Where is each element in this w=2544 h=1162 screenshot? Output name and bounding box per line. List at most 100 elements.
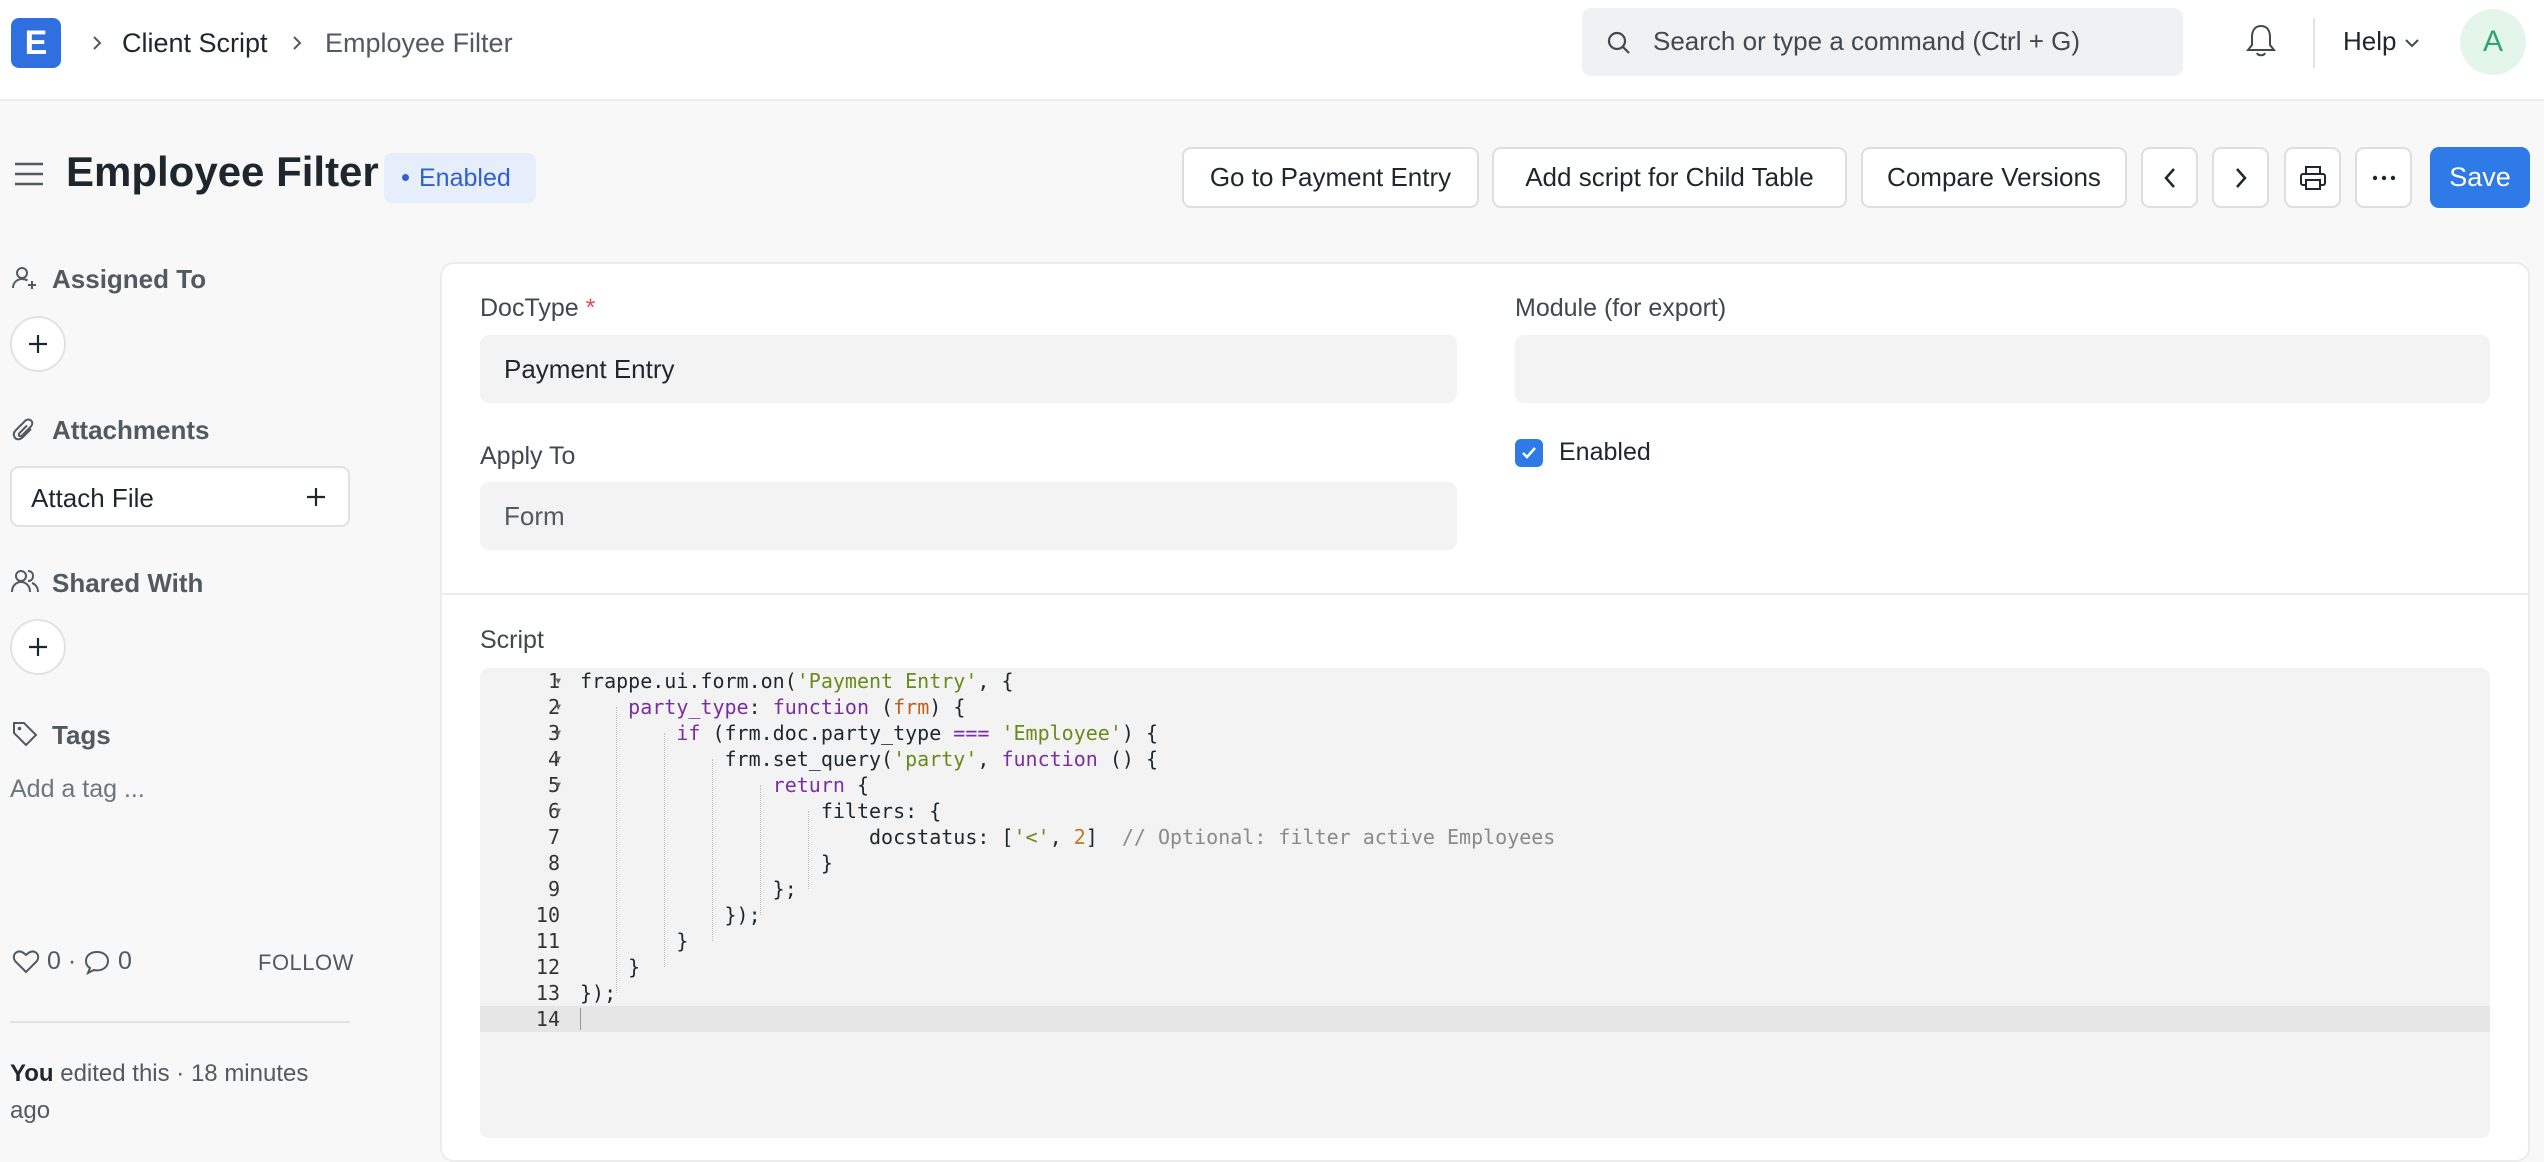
- required-asterisk: *: [585, 294, 596, 322]
- code-text: }: [580, 929, 689, 953]
- attachments-label: Attachments: [52, 415, 210, 445]
- checkmark-icon: [1522, 447, 1536, 459]
- next-doc-button[interactable]: [2212, 147, 2269, 208]
- print-button[interactable]: [2284, 147, 2341, 208]
- save-button[interactable]: Save: [2430, 147, 2530, 208]
- printer-icon: [2299, 165, 2326, 190]
- section-divider: [440, 593, 2530, 595]
- code-line: 9 };: [480, 876, 2490, 902]
- module-label: Module (for export): [1515, 294, 1727, 322]
- navbar: E Client Script Employee Filter Search o…: [0, 0, 2544, 101]
- fold-arrow-icon[interactable]: ▾: [554, 772, 562, 798]
- tags-label: Tags: [52, 720, 111, 750]
- code-line: 7 docstatus: ['<', 2] // Optional: filte…: [480, 824, 2490, 850]
- module-field[interactable]: [1515, 335, 2490, 403]
- compare-versions-button[interactable]: Compare Versions: [1861, 147, 2127, 208]
- comments-count: 0: [118, 947, 132, 975]
- enabled-checkbox[interactable]: [1515, 439, 1543, 467]
- script-code-editor[interactable]: 1 ▾ frappe.ui.form.on('Payment Entry', { 2…: [480, 668, 2490, 1138]
- fold-arrow-icon[interactable]: ▾: [554, 798, 562, 824]
- more-actions-button[interactable]: [2355, 147, 2412, 208]
- fold-arrow-icon[interactable]: ▾: [554, 668, 562, 694]
- attach-file-label: Attach File: [31, 483, 154, 513]
- code-line: 3 ▾ if (frm.doc.party_type === 'Employee'…: [480, 720, 2490, 746]
- line-number: 4: [547, 747, 560, 771]
- navbar-divider: [2313, 18, 2315, 68]
- plus-icon: [307, 488, 325, 506]
- more-dots-icon: [2372, 175, 2395, 180]
- plus-icon: [29, 335, 47, 353]
- likes-count: 0: [46, 947, 61, 975]
- paperclip-icon: [12, 418, 34, 441]
- line-number: 3: [547, 721, 560, 745]
- search-input[interactable]: Search or type a command (Ctrl + G): [1582, 8, 2183, 76]
- status-dot: [402, 174, 409, 182]
- code-text: }: [580, 955, 641, 979]
- assigned-to-label: Assigned To: [52, 264, 207, 294]
- notification-bell-icon[interactable]: [2245, 23, 2277, 59]
- chevron-right-icon: [93, 36, 102, 50]
- doctype-label-text: DocType: [480, 294, 579, 322]
- heart-icon[interactable]: [12, 949, 40, 975]
- code-text: if (frm.doc.party_type === 'Employee') {: [676, 721, 1159, 745]
- fold-arrow-icon[interactable]: ▾: [554, 746, 562, 772]
- line-number: 14: [535, 1007, 560, 1031]
- code-text: return {: [772, 773, 869, 797]
- enabled-label: Enabled: [1559, 438, 1651, 466]
- add-assignee-button[interactable]: [10, 316, 66, 372]
- add-tag-link[interactable]: Add a tag ...: [10, 775, 145, 804]
- line-number: 9: [547, 877, 560, 901]
- line-number: 2: [547, 695, 560, 719]
- breadcrumb-employee-filter[interactable]: Employee Filter: [325, 26, 513, 60]
- code-line-active: 14: [480, 1006, 2490, 1032]
- code-text: filters: {: [580, 799, 942, 823]
- code-line: 6 ▾ filters: {: [480, 798, 2490, 824]
- code-line: 10 });: [480, 902, 2490, 928]
- search-icon: [1607, 31, 1630, 54]
- doctype-label: DocType *: [480, 294, 595, 323]
- user-avatar[interactable]: A: [2460, 9, 2526, 75]
- doctype-field[interactable]: Payment Entry: [480, 335, 1457, 403]
- engagement-stats: 0 · 0: [12, 947, 132, 976]
- line-number: 13: [535, 981, 560, 1005]
- status-label: Enabled: [419, 164, 511, 192]
- stats-separator: ·: [67, 947, 84, 975]
- chevron-left-icon: [2163, 167, 2175, 188]
- sidebar-divider: [10, 1021, 350, 1023]
- follow-button[interactable]: FOLLOW: [258, 950, 354, 976]
- code-text: };: [580, 877, 797, 901]
- app-logo[interactable]: E: [11, 18, 61, 68]
- line-number: 1: [547, 669, 560, 693]
- code-line: 12 }: [480, 954, 2490, 980]
- code-line: 11 }: [480, 928, 2490, 954]
- chevron-right-icon: [2235, 167, 2247, 188]
- chevron-down-icon: [2405, 39, 2420, 48]
- line-number: 12: [535, 955, 560, 979]
- breadcrumb-client-script[interactable]: Client Script: [122, 26, 268, 60]
- status-badge: Enabled: [384, 153, 536, 203]
- shared-users-icon: [11, 570, 39, 593]
- previous-doc-button[interactable]: [2141, 147, 2198, 208]
- comment-icon[interactable]: [83, 949, 111, 976]
- attach-file-button[interactable]: Attach File: [10, 466, 350, 527]
- code-text: }: [580, 851, 833, 875]
- tag-icon: [13, 722, 38, 747]
- code-text: });: [580, 981, 617, 1005]
- help-dropdown[interactable]: Help: [2343, 26, 2420, 57]
- fold-arrow-icon[interactable]: ▾: [554, 694, 562, 720]
- sidebar-toggle-icon[interactable]: [13, 160, 45, 188]
- add-script-child-table-button[interactable]: Add script for Child Table: [1492, 147, 1847, 208]
- go-to-payment-entry-button[interactable]: Go to Payment Entry: [1182, 147, 1479, 208]
- add-share-button[interactable]: [10, 619, 66, 675]
- apply-to-select[interactable]: Form: [480, 482, 1457, 550]
- line-number: 5: [547, 773, 560, 797]
- fold-arrow-icon[interactable]: ▾: [554, 720, 562, 746]
- code-line: 13});: [480, 980, 2490, 1006]
- page-title: Employee Filter: [66, 148, 379, 195]
- plus-icon: [29, 638, 47, 656]
- help-label: Help: [2343, 26, 2397, 56]
- code-text: docstatus: ['<', 2] // Optional: filter …: [580, 825, 1556, 849]
- text-cursor: [580, 1008, 581, 1030]
- code-text: frm.set_query('party', function () {: [580, 747, 1159, 771]
- code-line: 1 ▾ frappe.ui.form.on('Payment Entry', {: [480, 668, 2490, 694]
